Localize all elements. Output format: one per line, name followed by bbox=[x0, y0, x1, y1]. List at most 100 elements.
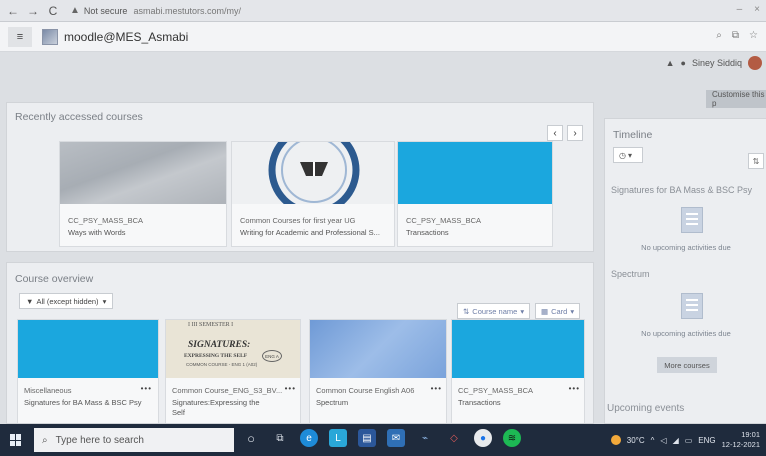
more-options-icon[interactable]: ••• bbox=[141, 384, 152, 393]
cortana-icon[interactable]: ○ bbox=[242, 429, 260, 447]
timeline-course-title: Signatures for BA Mass & BSC Psy bbox=[611, 185, 753, 195]
site-name[interactable]: moodle@MES_Asmabi bbox=[64, 30, 188, 44]
course-name[interactable]: Spectrum bbox=[316, 398, 348, 407]
language-indicator[interactable]: ENG bbox=[698, 436, 715, 445]
recent-course-card[interactable]: CC_PSY_MASS_BCA Transactions bbox=[397, 141, 553, 247]
search-icon[interactable]: ⌕ bbox=[716, 30, 722, 41]
timeline-course-title: Spectrum bbox=[611, 269, 650, 279]
overview-course-card[interactable]: Miscellaneous ••• Signatures for BA Mass… bbox=[17, 319, 159, 423]
timeline-panel: Timeline ◷ ▾ ⇅ Signatures for BA Mass & … bbox=[604, 118, 766, 424]
system-tray: 30°C ^ ◁ ◢ ▭ ENG 19:01 12-12-2021 bbox=[610, 428, 760, 452]
url-text: asmabi.mestutors.com/my/ bbox=[133, 5, 241, 16]
timeline-filter-dropdown[interactable]: ◷ ▾ bbox=[613, 147, 643, 163]
recent-pager: ‹ › bbox=[547, 125, 583, 141]
recent-course-card[interactable]: CC_PSY_MASS_BCA Ways with Words bbox=[59, 141, 227, 247]
network-icon[interactable]: ◢ bbox=[673, 436, 679, 445]
messages-icon[interactable]: ● bbox=[681, 58, 686, 68]
chevron-down-icon: ▾ bbox=[520, 306, 525, 316]
task-view-icon[interactable]: ⧉ bbox=[271, 429, 289, 447]
overview-course-card[interactable]: CC_PSY_MASS_BCA ••• Transactions bbox=[451, 319, 585, 423]
course-category: CC_PSY_MASS_BCA bbox=[406, 216, 482, 225]
course-name[interactable]: Transactions bbox=[458, 398, 501, 407]
spotify-icon[interactable]: ≋ bbox=[503, 429, 521, 447]
course-image: I III SEMESTER I SIGNATURES: EXPRESSING … bbox=[166, 320, 300, 378]
course-image bbox=[310, 320, 446, 378]
keyboard-icon[interactable]: ▭ bbox=[685, 436, 693, 445]
search-icon: ⌕ bbox=[42, 434, 48, 446]
sort-label: Course name bbox=[472, 306, 518, 316]
page-icon[interactable]: ⧉ bbox=[732, 30, 739, 41]
hamburger-icon: ≡ bbox=[16, 30, 24, 43]
sort-dropdown[interactable]: ⇅ Course name ▾ bbox=[457, 303, 531, 319]
previous-icon[interactable]: ‹ bbox=[547, 125, 563, 141]
view-label: Card bbox=[551, 306, 568, 316]
course-category: Common Course_ENG_S3_BV... bbox=[172, 386, 283, 395]
menu-toggle-button[interactable]: ≡ bbox=[8, 26, 32, 47]
next-icon[interactable]: › bbox=[567, 125, 583, 141]
image-text-course: COMMON COURSE - ENG 1 (A02) bbox=[186, 362, 258, 367]
filter-dropdown[interactable]: ▼ All (except hidden) ▾ bbox=[19, 293, 114, 309]
search-placeholder: Type here to search bbox=[55, 434, 144, 446]
overview-course-card[interactable]: I III SEMESTER I SIGNATURES: EXPRESSING … bbox=[165, 319, 301, 423]
filter-label: All (except hidden) bbox=[36, 296, 99, 306]
course-name[interactable]: Ways with Words bbox=[68, 228, 126, 237]
temperature[interactable]: 30°C bbox=[627, 436, 645, 445]
empty-list-icon bbox=[681, 207, 703, 233]
address-bar[interactable]: ▲ Not secure asmabi.mestutors.com/my/ bbox=[70, 3, 241, 19]
app-l-icon[interactable]: L bbox=[329, 429, 347, 447]
forward-icon[interactable]: → bbox=[26, 4, 40, 18]
notification-icon[interactable]: ▲ bbox=[666, 58, 675, 68]
course-name[interactable]: Signatures for BA Mass & BSC Psy bbox=[24, 398, 144, 408]
image-badge: ENG A bbox=[262, 350, 282, 362]
course-image bbox=[60, 142, 226, 204]
clock[interactable]: 19:01 12-12-2021 bbox=[722, 430, 760, 450]
security-warning: Not secure bbox=[83, 5, 128, 16]
more-courses-button[interactable]: More courses bbox=[657, 357, 717, 373]
more-options-icon[interactable]: ••• bbox=[431, 384, 442, 393]
reload-icon[interactable]: C bbox=[46, 4, 60, 18]
back-icon[interactable]: ← bbox=[6, 4, 20, 18]
chevron-up-icon[interactable]: ^ bbox=[651, 436, 655, 445]
view-dropdown[interactable]: ▦ Card ▾ bbox=[535, 303, 581, 319]
taskbar-search-input[interactable]: ⌕ Type here to search bbox=[34, 428, 234, 452]
recently-accessed-panel: Recently accessed courses ‹ › CC_PSY_MAS… bbox=[6, 102, 594, 252]
timeline-title: Timeline bbox=[613, 129, 653, 141]
course-category: Common Course English A06 bbox=[316, 386, 415, 395]
image-text-title: SIGNATURES: bbox=[188, 340, 251, 350]
recent-course-card[interactable]: Common Courses for first year UG Writing… bbox=[231, 141, 395, 247]
windows-start-icon[interactable] bbox=[10, 434, 22, 446]
empty-list-icon bbox=[681, 293, 703, 319]
edge-icon[interactable]: e bbox=[300, 429, 318, 447]
customise-page-button[interactable]: Customise this p bbox=[706, 90, 766, 108]
more-options-icon[interactable]: ••• bbox=[285, 384, 296, 393]
user-name[interactable]: Siney Siddiq bbox=[692, 58, 742, 68]
warning-icon: ▲ bbox=[70, 5, 80, 16]
mail-icon[interactable]: ✉ bbox=[387, 429, 405, 447]
close-window-icon[interactable]: × bbox=[754, 4, 760, 15]
timeline-sort-button[interactable]: ⇅ bbox=[748, 153, 764, 169]
weather-icon[interactable] bbox=[610, 435, 621, 445]
date-text: 12-12-2021 bbox=[721, 440, 760, 449]
course-overview-panel: Course overview ▼ All (except hidden) ▾ … bbox=[6, 262, 594, 424]
overview-course-card[interactable]: Common Course English A06 ••• Spectrum bbox=[309, 319, 447, 423]
site-navbar: ≡ moodle@MES_Asmabi ⌕ ⧉ ☆ bbox=[0, 22, 766, 52]
image-text-subtitle: EXPRESSING THE SELF bbox=[184, 353, 248, 359]
star-icon[interactable]: ☆ bbox=[749, 30, 758, 41]
course-name[interactable]: Writing for Academic and Professional S.… bbox=[240, 228, 380, 237]
store-icon[interactable]: ⌁ bbox=[416, 429, 434, 447]
image-text-top: I III SEMESTER I bbox=[188, 322, 234, 328]
avatar[interactable] bbox=[748, 56, 762, 70]
course-category: CC_PSY_MASS_BCA bbox=[68, 216, 144, 225]
course-image bbox=[18, 320, 158, 378]
explorer-icon[interactable]: ▤ bbox=[358, 429, 376, 447]
more-options-icon[interactable]: ••• bbox=[569, 384, 580, 393]
course-category: CC_PSY_MASS_BCA bbox=[458, 386, 534, 395]
shield-icon[interactable]: ◇ bbox=[445, 429, 463, 447]
minimize-icon[interactable]: – bbox=[737, 4, 743, 15]
volume-icon[interactable]: ◁ bbox=[660, 436, 666, 445]
course-name[interactable]: Signatures:Expressing the Self bbox=[172, 398, 272, 418]
time-text: 19:01 bbox=[741, 430, 760, 439]
course-name[interactable]: Transactions bbox=[406, 228, 449, 237]
sort-icon: ⇅ bbox=[752, 156, 760, 166]
chrome-icon[interactable]: ● bbox=[474, 429, 492, 447]
